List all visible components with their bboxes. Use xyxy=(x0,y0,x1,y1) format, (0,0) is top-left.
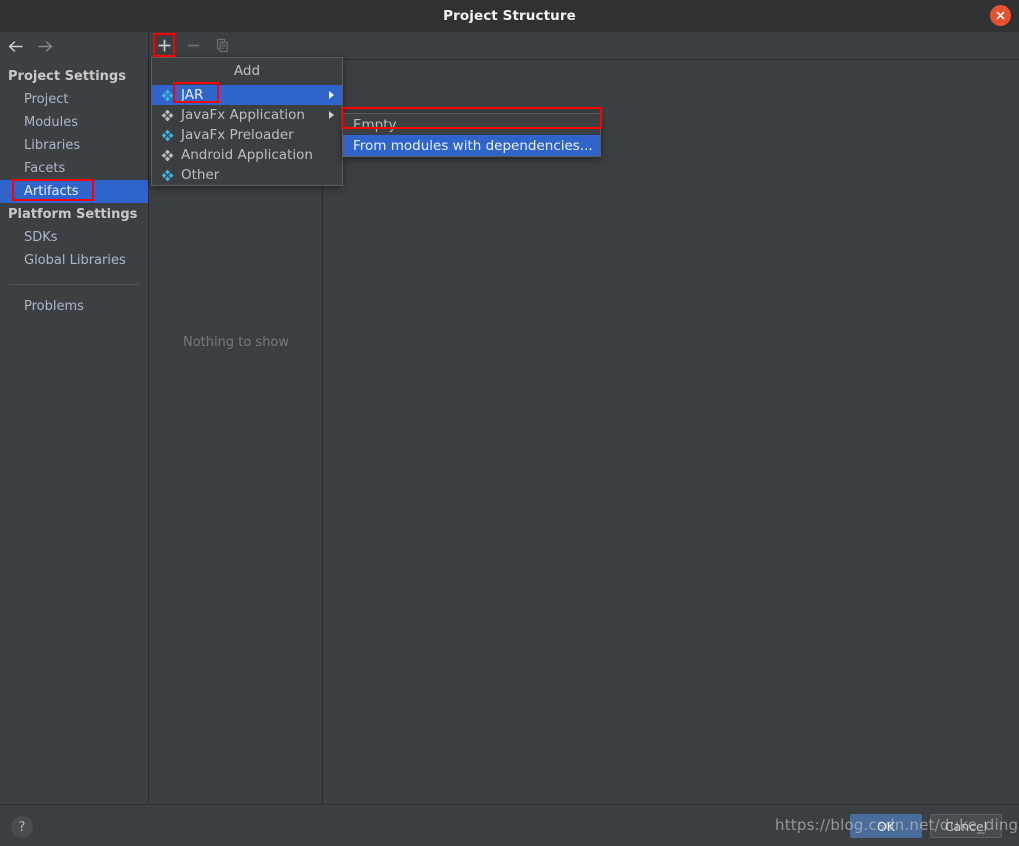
settings-sidebar: Project Settings Project Modules Librari… xyxy=(0,32,149,804)
ok-button[interactable]: OK xyxy=(850,814,922,838)
menu-item-other[interactable]: Other xyxy=(152,165,342,185)
add-artifact-button[interactable] xyxy=(155,36,174,55)
add-artifact-popup-menu: Add JAR JavaFx Application JavaFx Preloa… xyxy=(151,57,343,186)
arrow-right-icon xyxy=(37,40,54,53)
navigation-arrows xyxy=(0,32,148,60)
menu-item-label: Android Application xyxy=(181,147,313,163)
submenu-item-empty[interactable]: Empty xyxy=(343,114,600,135)
close-icon xyxy=(995,10,1006,21)
sidebar-item-libraries[interactable]: Libraries xyxy=(0,134,148,157)
sidebar-divider xyxy=(9,284,139,285)
sidebar-item-sdks[interactable]: SDKs xyxy=(0,226,148,249)
menu-item-label: Other xyxy=(181,167,220,183)
sidebar-item-artifacts[interactable]: Artifacts xyxy=(0,180,148,203)
help-button[interactable]: ? xyxy=(11,816,33,838)
remove-artifact-button[interactable] xyxy=(184,36,203,55)
sidebar-group-title-project-settings: Project Settings xyxy=(8,69,126,84)
close-window-button[interactable] xyxy=(990,5,1011,26)
copy-icon xyxy=(215,38,230,53)
menu-item-label: JAR xyxy=(181,87,204,103)
sidebar-item-project[interactable]: Project xyxy=(0,88,148,111)
sidebar-item-modules[interactable]: Modules xyxy=(0,111,148,134)
sidebar-item-global-libraries[interactable]: Global Libraries xyxy=(0,249,148,272)
arrow-left-icon xyxy=(7,40,24,53)
popup-menu-header: Add xyxy=(233,63,261,79)
minus-icon xyxy=(186,38,201,53)
submenu-item-from-modules-with-dependencies[interactable]: From modules with dependencies... xyxy=(343,135,600,156)
window-title: Project Structure xyxy=(443,8,576,24)
artifact-diamond-icon xyxy=(160,148,174,162)
menu-item-label: JavaFx Preloader xyxy=(181,127,294,143)
artifact-diamond-icon xyxy=(160,128,174,142)
dialog-footer: ? OK Cancel xyxy=(0,804,1019,846)
plus-icon xyxy=(157,38,172,53)
menu-item-android-application[interactable]: Android Application xyxy=(152,145,342,165)
footer-button-group: OK Cancel xyxy=(850,814,1002,838)
forward-button[interactable] xyxy=(35,36,55,56)
menu-item-label: JavaFx Application xyxy=(181,107,305,123)
cancel-button[interactable]: Cancel xyxy=(930,814,1002,838)
sidebar-list: Project Settings Project Modules Librari… xyxy=(0,60,148,318)
dialog-body: Project Settings Project Modules Librari… xyxy=(0,32,1019,804)
sidebar-item-problems[interactable]: Problems xyxy=(0,295,148,318)
copy-artifact-button[interactable] xyxy=(213,36,232,55)
artifacts-toolbar xyxy=(149,32,323,60)
project-structure-dialog: Project Structure Project Settings Proje… xyxy=(0,0,1019,846)
menu-item-jar[interactable]: JAR xyxy=(152,85,342,105)
menu-item-javafx-application[interactable]: JavaFx Application xyxy=(152,105,342,125)
chevron-right-icon xyxy=(329,91,334,99)
artifacts-empty-message: Nothing to show xyxy=(182,335,290,350)
artifact-diamond-icon xyxy=(160,88,174,102)
artifact-diamond-icon xyxy=(160,168,174,182)
back-button[interactable] xyxy=(5,36,25,56)
menu-item-javafx-preloader[interactable]: JavaFx Preloader xyxy=(152,125,342,145)
sidebar-item-facets[interactable]: Facets xyxy=(0,157,148,180)
window-titlebar: Project Structure xyxy=(0,0,1019,32)
chevron-right-icon xyxy=(329,111,334,119)
artifact-diamond-icon xyxy=(160,108,174,122)
jar-submenu: Empty From modules with dependencies... xyxy=(342,113,601,157)
sidebar-group-title-platform-settings: Platform Settings xyxy=(8,207,138,222)
details-toolbar-strip xyxy=(324,32,1019,60)
